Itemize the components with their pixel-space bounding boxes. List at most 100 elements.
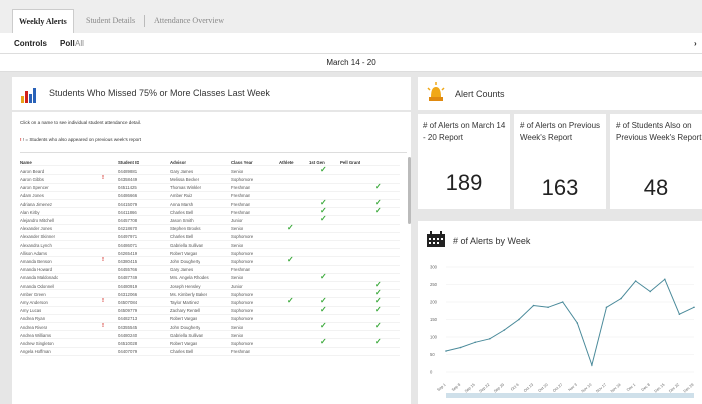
tab-weekly-alerts[interactable]: Weekly Alerts: [12, 9, 74, 33]
kpi-label-previous: # of Alerts on Previous Week's Report: [520, 121, 601, 142]
table-row[interactable]: Alexandra Lynch 04486071 Gabriella Sulliva…: [20, 241, 400, 250]
checkmark-icon: ✓: [375, 206, 382, 216]
table-row[interactable]: Angela Hoffman 04407079 Charles Bell Freshm…: [20, 348, 400, 356]
checkmark-icon: ✓: [287, 255, 294, 265]
student-name-link[interactable]: Andrea Rivera: [20, 325, 47, 330]
previous-week-flag-icon: !: [102, 174, 104, 181]
table-row[interactable]: Aaron Spencer 04511425 Thomas Winkler Fresh…: [20, 182, 400, 192]
student-name-link[interactable]: Amanda Howard: [20, 267, 52, 272]
table-header-row: Name Student ID Advisor Class Year Athlete 1s…: [20, 158, 400, 167]
advisor-name: John Dougherty: [170, 258, 201, 264]
student-name-link[interactable]: Adam Jones: [20, 193, 44, 198]
advisor-name: Thomas Winkler: [170, 185, 202, 191]
student-name-link[interactable]: Amy Anderson: [20, 300, 48, 305]
advisor-name: Gary James: [170, 168, 194, 174]
table-row[interactable]: Alejandro Mitchell 04457708 Jason Smith Jun…: [20, 214, 400, 225]
class-year: Sophomore: [231, 308, 254, 314]
student-name-link[interactable]: Amanda Maldonado: [20, 275, 58, 280]
y-tick-label: 0: [430, 370, 433, 375]
student-name-link[interactable]: Aaron Gibbs: [20, 177, 44, 182]
class-year: Junior: [231, 283, 243, 289]
kpi-card-current: # of Alerts on March 14 - 20 Report 189: [418, 114, 510, 209]
table-scrollbar[interactable]: [408, 157, 411, 224]
advisor-name: Joseph Hensley: [170, 283, 201, 289]
advisor-name: Mrs. Angela Rhodes: [170, 275, 209, 281]
student-name-link[interactable]: Adriana Jimenez: [20, 202, 52, 207]
student-name-link[interactable]: Andrew Singleton: [20, 341, 54, 346]
class-year: Sophomore: [231, 291, 254, 297]
data-point: [532, 304, 535, 307]
student-name-link[interactable]: Alejandro Mitchell: [20, 218, 54, 223]
student-name-link[interactable]: Alexandra Lynch: [20, 243, 52, 248]
table-row[interactable]: Adriana Jimenez 04415079 Anna Marsh Freshma…: [20, 198, 400, 209]
student-name-link[interactable]: Amanda Odonnell: [20, 284, 54, 289]
class-year: Sophomore: [231, 258, 254, 264]
table-row[interactable]: Amanda Howard 04455766 Gary James Freshman: [20, 266, 400, 274]
kpi-card-repeat-students: # of Students Also on Previous Week's Re…: [610, 114, 702, 209]
column-header[interactable]: Class Year: [231, 160, 253, 165]
previous-week-flag-icon: !: [102, 297, 104, 304]
table-row[interactable]: Andrea Rivera 04355545 John Dougherty Senio…: [20, 321, 400, 332]
class-year: Freshman: [231, 349, 251, 355]
student-name-link[interactable]: Amber Green: [20, 292, 46, 297]
tab-student-details[interactable]: Student Details: [80, 9, 141, 33]
table-row[interactable]: Andrea Williams 04480240 Gabriella Sulliva…: [20, 331, 400, 340]
bar-chart-icon: [21, 88, 36, 103]
advisor-name: Gabriella Sullivan: [170, 332, 204, 338]
student-name-link[interactable]: Alexander Skinner: [20, 234, 55, 239]
table-row[interactable]: Allison Adams 04265419 Robert Vargas Sophom…: [20, 249, 400, 258]
student-name-link[interactable]: Amy Lucas: [20, 308, 41, 313]
student-id: 04415079: [118, 201, 138, 207]
student-name-link[interactable]: Andrea Ryan: [20, 316, 45, 321]
student-id: 04380415: [118, 258, 138, 264]
student-name-link[interactable]: Angela Hoffman: [20, 349, 51, 354]
column-header[interactable]: Athlete: [279, 160, 294, 165]
column-header[interactable]: Student ID: [118, 160, 139, 165]
table-row[interactable]: Amanda Odonnell 04480919 Joseph Hensley Jun…: [20, 280, 400, 291]
checkmark-icon: ✓: [287, 222, 294, 232]
student-name-link[interactable]: Andrea Williams: [20, 333, 51, 338]
class-year: Freshman: [231, 209, 251, 215]
table-row[interactable]: Adam Jones 04486666 Amber Ruiz Freshman: [20, 192, 400, 200]
table-row[interactable]: Aaron Beard 04489881 Gary James Senior ✓: [20, 165, 400, 176]
table-row[interactable]: Alexander Skinner 04497971 Charles Bell Sop…: [20, 233, 400, 241]
student-name-link[interactable]: Aaron Beard: [20, 169, 44, 174]
y-tick-label: 100: [430, 335, 438, 340]
table-row[interactable]: Andrew Singleton 04510028 Robert Vargas Sop…: [20, 337, 400, 348]
column-header[interactable]: Name: [20, 160, 32, 165]
student-id: 04218670: [118, 226, 138, 232]
poll-filter-value[interactable]: All: [75, 39, 84, 48]
student-id: 04265419: [118, 250, 138, 256]
student-name-link[interactable]: Alan Kirby: [20, 210, 40, 215]
student-name-link[interactable]: Alexander Jones: [20, 226, 52, 231]
table-row[interactable]: Amber Green 04312066 Ms. Kimberly Baker Sop…: [20, 288, 400, 299]
class-year: Senior: [231, 226, 244, 232]
y-tick-label: 250: [430, 282, 438, 287]
table-row[interactable]: Aaron Gibbs 04358449 Melissa Becker Sophomo…: [20, 174, 400, 184]
table-row[interactable]: Amanda Benson 04380415 John Dougherty Sopho…: [20, 255, 400, 266]
table-row[interactable]: Amy Anderson 04507084 Taylor Martinez Sopho…: [20, 296, 400, 307]
alerts-by-week-title: # of Alerts by Week: [453, 236, 531, 246]
student-id: 04355545: [118, 324, 138, 330]
table-row[interactable]: Alan Kirby 04411866 Charles Bell Freshman ✓ ✓: [20, 206, 400, 217]
table-row[interactable]: Amy Lucas 04509779 Zachary Rentell Sophomor…: [20, 305, 400, 315]
class-year: Freshman: [231, 267, 251, 273]
controls-toggle-icon[interactable]: ›: [694, 39, 697, 48]
student-id: 04482713: [118, 316, 138, 322]
student-name-link[interactable]: Amanda Benson: [20, 259, 52, 264]
x-tick-label: Oct 6: [510, 383, 520, 392]
column-header[interactable]: Pell Grant: [340, 160, 360, 165]
tab-attendance-overview[interactable]: Attendance Overview: [148, 9, 230, 33]
table-row[interactable]: Andrea Ryan 04482713 Robert Vargas Sophomor…: [20, 315, 400, 323]
column-header[interactable]: Advisor: [170, 160, 186, 165]
column-header[interactable]: 1st Gen: [309, 160, 325, 165]
class-year: Freshman: [231, 185, 251, 191]
table-row[interactable]: Amanda Maldonado 04487749 Mrs. Angela Rhod…: [20, 272, 400, 282]
data-point: [664, 278, 666, 281]
poll-filter-label[interactable]: Poll: [60, 39, 75, 48]
table-row[interactable]: Alexander Jones 04218670 Stephen Brooks Sen…: [20, 222, 400, 233]
class-year: Freshman: [231, 193, 251, 199]
advisor-name: Charles Bell: [170, 234, 194, 240]
student-name-link[interactable]: Allison Adams: [20, 251, 47, 256]
student-name-link[interactable]: Aaron Spencer: [20, 185, 49, 190]
